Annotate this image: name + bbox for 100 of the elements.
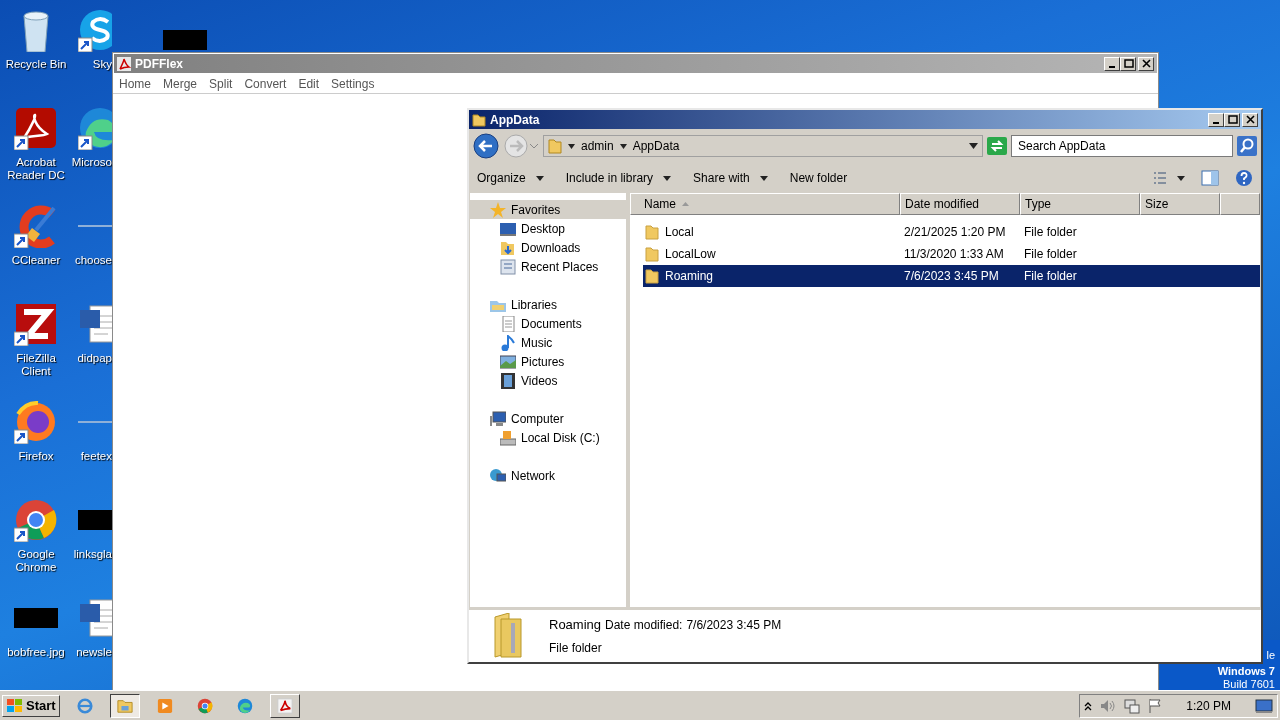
file-name: Roaming <box>549 616 602 635</box>
caret-icon <box>568 143 575 149</box>
address-bar[interactable]: admin AppData <box>543 135 983 157</box>
taskbar-button[interactable] <box>109 693 140 718</box>
desktop-shortcut[interactable]: linksgla <box>74 498 112 561</box>
folder-icon <box>472 112 486 127</box>
desktop-shortcut[interactable]: CCleaner <box>0 204 72 267</box>
nav-item[interactable]: Computer <box>470 409 626 428</box>
toolbar-button[interactable]: New folder <box>789 169 848 187</box>
date-cell-text: 7/6/2023 3:45 PM <box>903 268 1000 285</box>
nav-item[interactable]: Libraries <box>470 295 626 314</box>
os-version-text: Build 7601 <box>1223 678 1275 690</box>
drive-icon <box>500 429 516 446</box>
monitor-icon <box>500 220 516 237</box>
folder-icon <box>645 268 659 284</box>
close-button[interactable] <box>1242 112 1258 127</box>
file-name: Roaming <box>643 267 900 285</box>
search-field[interactable]: Search AppData <box>1011 135 1233 157</box>
toolbar-button[interactable]: Share with <box>693 169 768 187</box>
column-header[interactable]: Date modified <box>900 193 1020 215</box>
search-icon <box>1237 136 1257 156</box>
desktop-shortcut[interactable]: Google Chrome <box>0 498 72 574</box>
list-view-icon <box>1153 171 1167 185</box>
view-options-button[interactable] <box>1153 171 1185 185</box>
nav-item[interactable]: Recent Places <box>470 257 626 276</box>
file-name: LocalLow <box>643 245 900 263</box>
browser-icon <box>196 696 213 715</box>
music-note-icon <box>500 334 516 351</box>
file-row[interactable]: Local 2/21/2025 1:20 PM File folder <box>643 221 1260 243</box>
date-value: 7/6/2023 3:45 PM <box>686 617 782 635</box>
column-header[interactable]: Size <box>1140 193 1220 215</box>
nav-item[interactable]: Videos <box>470 371 626 390</box>
nav-item[interactable]: Favorites <box>470 200 626 219</box>
search-button[interactable] <box>1237 136 1257 156</box>
chevron-up-icon <box>1084 700 1093 711</box>
toolbar-button[interactable]: Organize <box>477 169 544 187</box>
document-icon <box>500 315 516 332</box>
column-header[interactable]: Name <box>630 193 900 215</box>
windows-logo-icon <box>6 697 24 714</box>
caret-icon <box>663 175 672 181</box>
desktop-shortcut[interactable]: bobfree.jpg <box>0 596 72 659</box>
type-cell-text: File folder <box>1023 224 1078 241</box>
nav-item[interactable]: Documents <box>470 314 626 333</box>
maximize-button[interactable] <box>1120 56 1136 71</box>
menu-item[interactable]: Settings <box>331 74 375 93</box>
computer-icon <box>490 410 506 427</box>
clock[interactable]: 1:20 PM <box>1186 696 1231 715</box>
close-button[interactable] <box>1138 56 1154 71</box>
caret-icon <box>759 175 768 181</box>
desktop-shortcut[interactable]: Recycle Bin <box>0 8 72 71</box>
menu-item[interactable]: Home <box>119 74 151 93</box>
minimize-icon <box>1213 121 1219 124</box>
refresh-icon <box>987 137 1007 156</box>
date-cell-text: 11/3/2020 1:33 AM <box>903 246 1005 263</box>
folder-icon <box>500 239 516 256</box>
maximize-icon <box>1122 58 1134 69</box>
folder-icon <box>645 224 659 240</box>
menu-item[interactable]: Convert <box>244 74 287 93</box>
column-header[interactable]: Type <box>1020 193 1140 215</box>
globe-icon <box>490 467 506 484</box>
desktop-shortcut[interactable]: FileZilla Client <box>0 302 72 378</box>
picture-icon <box>500 353 516 370</box>
minimize-icon <box>1109 65 1115 68</box>
nav-item[interactable]: Downloads <box>470 238 626 257</box>
breadcrumb[interactable]: AppData <box>632 137 680 155</box>
breadcrumb[interactable]: admin <box>581 137 614 155</box>
window-title: PDFFlex <box>135 55 183 73</box>
nav-item[interactable]: Network <box>470 466 626 485</box>
nav-item[interactable]: Desktop <box>470 219 626 238</box>
help-button[interactable] <box>1235 169 1253 187</box>
menu-item[interactable]: Split <box>209 74 233 93</box>
close-icon <box>1244 114 1256 125</box>
refresh-button[interactable] <box>987 136 1007 156</box>
toolbar-button[interactable]: Include in library <box>565 169 672 187</box>
desktop-shortcut[interactable]: choose <box>74 204 112 267</box>
start-button[interactable]: Start <box>2 694 60 717</box>
nav-item[interactable]: Local Disk (C:) <box>470 428 626 447</box>
speaker-icon <box>1100 698 1117 713</box>
desktop-shortcut[interactable]: Acrobat Reader DC <box>0 106 72 182</box>
preview-pane-button[interactable] <box>1201 170 1219 186</box>
nav-item[interactable]: Music <box>470 333 626 352</box>
maximize-button[interactable] <box>1224 112 1240 127</box>
desktop-shortcut[interactable]: Firefox <box>0 400 72 463</box>
back-button[interactable] <box>473 133 499 159</box>
desktop-shortcut[interactable]: Sky <box>74 8 112 71</box>
file-row[interactable]: Roaming 7/6/2023 3:45 PM File folder <box>643 265 1260 287</box>
file-row[interactable]: LocalLow 11/3/2020 1:33 AM File folder <box>643 243 1260 265</box>
caret-icon <box>535 175 544 181</box>
nav-item[interactable]: Pictures <box>470 352 626 371</box>
menu-item[interactable]: Merge <box>163 74 198 93</box>
pdf-icon <box>276 696 293 715</box>
play-icon <box>156 696 173 715</box>
star-icon <box>490 201 506 218</box>
minimize-button[interactable] <box>1208 112 1224 127</box>
recent-icon <box>500 258 516 275</box>
minimize-button[interactable] <box>1104 56 1120 71</box>
browser-icon <box>76 696 93 715</box>
desktop-shortcut[interactable]: feetex <box>74 400 112 463</box>
menu-item[interactable]: Edit <box>298 74 320 93</box>
pdf-icon <box>117 56 131 71</box>
